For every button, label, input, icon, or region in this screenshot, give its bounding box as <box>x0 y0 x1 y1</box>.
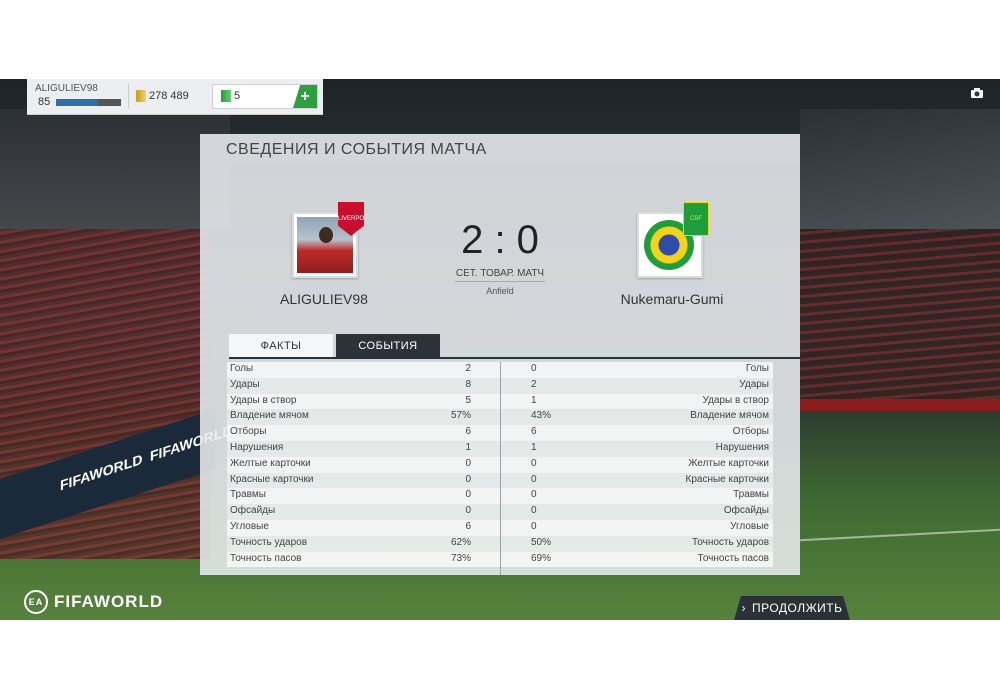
home-stat-label: Нарушения <box>230 441 284 453</box>
continue-button[interactable]: › ПРОДОЛЖИТЬ <box>734 596 850 620</box>
points-icon <box>221 90 231 102</box>
home-stat-value: 2 <box>465 363 471 374</box>
away-stat-value: 2 <box>531 378 537 390</box>
level: 85 <box>38 96 51 108</box>
profile-bar: ALIGULIEV98 85 278 489 5 + <box>27 79 323 115</box>
away-stat-label: Угловые <box>730 520 769 532</box>
home-stat-value: 1 <box>465 441 471 453</box>
away-stat-value: 0 <box>531 363 537 374</box>
home-stat-value: 57% <box>450 410 471 422</box>
ea-logo-icon: EA <box>24 590 48 614</box>
stadium-crowd-right <box>800 229 1000 399</box>
match-details-panel: СВЕДЕНИЯ И СОБЫТИЯ МАТЧА LIVERPOOL 2 : 0… <box>200 134 800 575</box>
away-stat-value: 43% <box>531 410 552 422</box>
away-stat-label: Красные карточки <box>685 473 769 485</box>
match-score: 2 : 0 <box>461 218 539 262</box>
away-stat-label: Точность ударов <box>691 536 769 548</box>
coins-display: 278 489 <box>136 90 189 102</box>
home-stat-label: Красные карточки <box>230 473 314 485</box>
away-stat-label: Удары в створ <box>702 394 770 406</box>
xp-bar-fill <box>56 99 99 106</box>
home-team-name: ALIGULIEV98 <box>280 291 368 307</box>
coins-icon <box>136 90 146 102</box>
away-stat-label: Травмы <box>733 489 769 501</box>
away-stat-value: 6 <box>531 426 537 438</box>
home-stat-label: Офсайды <box>230 505 276 517</box>
away-stat-value: 0 <box>531 473 537 485</box>
add-points-button[interactable]: + <box>293 85 317 108</box>
home-stat-value: 6 <box>465 426 471 438</box>
divider <box>128 83 129 109</box>
fifa-world-logo: EA FIFAWORLD <box>24 590 163 614</box>
home-stat-value: 0 <box>465 505 471 517</box>
points-display: 5 + <box>212 84 318 109</box>
away-stat-label: Голы <box>745 363 769 374</box>
home-stat-value: 73% <box>450 552 471 564</box>
advertising-board-right <box>800 399 1000 411</box>
stadium-name: Anfield <box>486 286 514 296</box>
away-stat-label: Отборы <box>732 426 769 438</box>
away-stat-value: 0 <box>531 505 537 517</box>
home-stat-label: Угловые <box>230 520 269 532</box>
home-stat-label: Голы <box>230 363 254 374</box>
away-stat-value: 50% <box>531 536 552 548</box>
camera-icon[interactable] <box>970 87 984 102</box>
home-stat-label: Точность пасов <box>230 552 302 564</box>
home-stat-label: Травмы <box>230 489 266 501</box>
pitch-line <box>800 528 1000 542</box>
home-stat-label: Точность ударов <box>230 536 308 548</box>
home-stat-value: 8 <box>465 378 471 390</box>
away-stat-value: 1 <box>531 441 537 453</box>
panel-title: СВЕДЕНИЯ И СОБЫТИЯ МАТЧА <box>226 141 487 158</box>
home-stat-label: Удары в створ <box>230 394 297 406</box>
match-type: СЕТ. ТОВАР. МАТЧ <box>455 268 545 279</box>
away-stat-value: 1 <box>531 394 537 406</box>
home-stat-value: 6 <box>465 520 471 532</box>
game-screen: FIFAWORLD FIFAWORLD ALIGULIEV98 85 278 4… <box>0 79 1000 620</box>
home-stat-label: Удары <box>230 378 260 390</box>
stadium-roof-right <box>800 109 1000 229</box>
home-stat-value: 0 <box>465 457 471 469</box>
home-stat-value: 0 <box>465 489 471 501</box>
points-value: 5 <box>234 90 241 102</box>
away-stat-value: 0 <box>531 457 537 469</box>
away-team-name: Nukemaru-Gumi <box>620 291 724 307</box>
away-stat-label: Удары <box>739 378 769 390</box>
xp-bar <box>56 99 121 106</box>
home-stat-value: 62% <box>450 536 471 548</box>
away-stat-label: Владение мячом <box>690 410 769 422</box>
away-stat-value: 0 <box>531 489 537 501</box>
tab-facts[interactable]: ФАКТЫ <box>229 334 333 357</box>
brand-text: FIFAWORLD <box>54 592 164 611</box>
away-stat-label: Точность пасов <box>697 552 770 564</box>
board-text: FIFAWORLD <box>60 450 143 494</box>
away-stat-value: 0 <box>531 520 537 532</box>
stats-divider <box>500 362 501 575</box>
away-stat-label: Офсайды <box>723 505 769 517</box>
chevron-right-icon: › <box>741 601 746 615</box>
home-stat-label: Желтые карточки <box>230 457 311 469</box>
home-stat-value: 0 <box>465 473 471 485</box>
home-stat-label: Владение мячом <box>230 410 309 422</box>
cbf-crest-icon: CBF <box>683 202 709 236</box>
stadium-roof-left <box>0 109 230 229</box>
tab-underline <box>229 357 800 359</box>
tab-events[interactable]: СОБЫТИЯ <box>336 334 440 357</box>
continue-label: ПРОДОЛЖИТЬ <box>751 601 843 615</box>
home-stat-label: Отборы <box>230 426 267 438</box>
away-stat-label: Нарушения <box>715 441 769 453</box>
away-stat-label: Желтые карточки <box>688 457 769 469</box>
coins-value: 278 489 <box>149 90 189 102</box>
divider <box>455 281 545 282</box>
away-stat-value: 69% <box>531 552 552 564</box>
username: ALIGULIEV98 <box>35 83 98 94</box>
panel-header: СВЕДЕНИЯ И СОБЫТИЯ МАТЧА <box>200 134 800 164</box>
home-stat-value: 5 <box>465 394 471 406</box>
